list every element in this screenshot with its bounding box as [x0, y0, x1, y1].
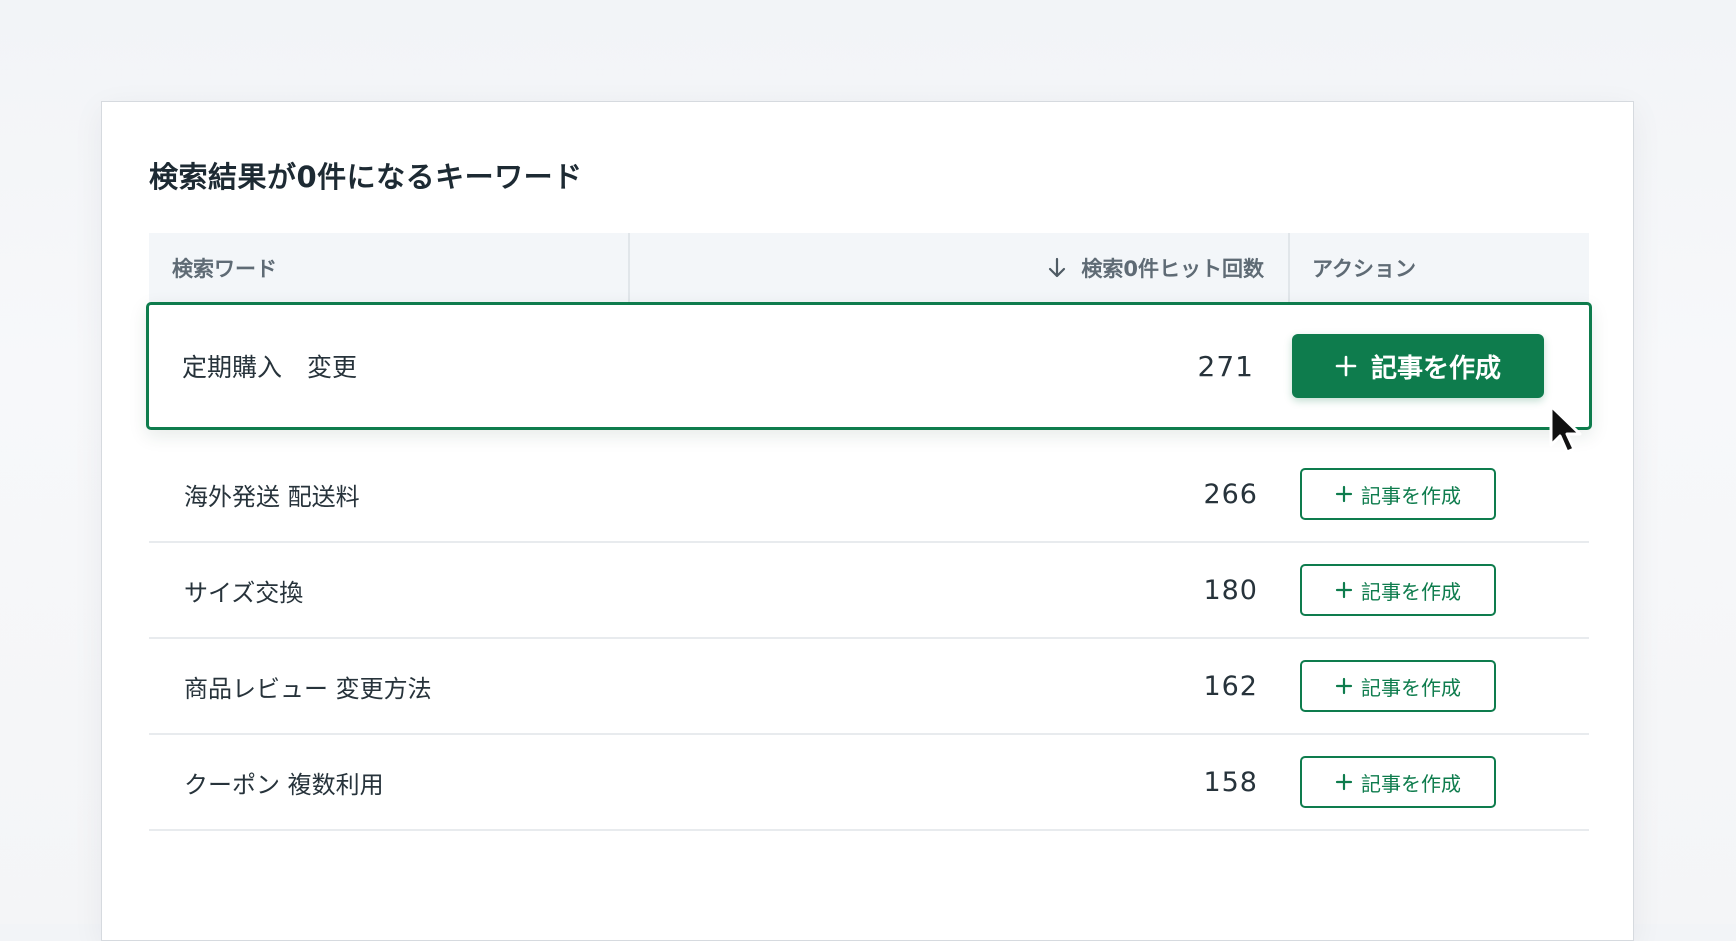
zero-result-keywords-panel: 検索結果が0件になるキーワード 検索ワード 検索0件ヒット回数 アクション 定期…: [101, 101, 1634, 941]
keyword-cell: クーポン 複数利用: [184, 770, 384, 799]
table-body: 海外発送 配送料 266 記事を作成 サイズ交換 180 記事を作成 商品レビュ…: [149, 447, 1589, 831]
table-row: クーポン 複数利用 158 記事を作成: [149, 735, 1589, 831]
table-row-highlighted: 定期購入 変更 271 記事を作成: [146, 302, 1592, 430]
plus-icon: [1335, 485, 1353, 503]
action-cell: 記事を作成: [1290, 468, 1589, 520]
create-article-button-primary[interactable]: 記事を作成: [1292, 334, 1544, 398]
keywords-table: 検索ワード 検索0件ヒット回数 アクション 定期購入 変更 271 記事を作成 …: [146, 233, 1592, 831]
create-article-button-label: 記事を作成: [1361, 579, 1461, 604]
table-header: 検索ワード 検索0件ヒット回数 アクション: [149, 233, 1589, 303]
create-article-button[interactable]: 記事を作成: [1300, 564, 1496, 616]
column-header-keyword[interactable]: 検索ワード: [149, 233, 630, 303]
column-header-action: アクション: [1290, 233, 1589, 303]
create-article-button-label: 記事を作成: [1361, 675, 1461, 700]
create-article-button[interactable]: 記事を作成: [1300, 756, 1496, 808]
action-cell: 記事を作成: [1290, 756, 1589, 808]
keyword-cell: 海外発送 配送料: [184, 482, 360, 511]
create-article-button-label: 記事を作成: [1361, 483, 1461, 508]
count-cell: 271: [1197, 349, 1254, 383]
column-header-count-label: 検索0件ヒット回数: [1081, 257, 1264, 281]
count-cell: 158: [1203, 766, 1258, 798]
plus-icon: [1335, 355, 1357, 377]
action-cell: 記事を作成: [1290, 334, 1589, 398]
keyword-cell: 商品レビュー 変更方法: [184, 674, 432, 703]
plus-icon: [1335, 677, 1353, 695]
table-row: サイズ交換 180 記事を作成: [149, 543, 1589, 639]
table-row: 商品レビュー 変更方法 162 記事を作成: [149, 639, 1589, 735]
create-article-button[interactable]: 記事を作成: [1300, 468, 1496, 520]
column-header-count[interactable]: 検索0件ヒット回数: [630, 233, 1290, 303]
create-article-button-label: 記事を作成: [1370, 353, 1501, 384]
keyword-cell: サイズ交換: [184, 578, 304, 607]
arrow-down-icon: [1049, 257, 1066, 278]
count-cell: 266: [1203, 478, 1258, 510]
panel-title: 検索結果が0件になるキーワード: [149, 160, 583, 194]
keyword-cell: 定期購入 変更: [182, 353, 358, 382]
action-cell: 記事を作成: [1290, 564, 1589, 616]
create-article-button-label: 記事を作成: [1361, 771, 1461, 796]
mouse-pointer-icon: [1549, 404, 1582, 454]
plus-icon: [1335, 581, 1353, 599]
count-cell: 162: [1203, 670, 1258, 702]
count-cell: 180: [1203, 574, 1258, 606]
action-cell: 記事を作成: [1290, 660, 1589, 712]
column-header-keyword-label: 検索ワード: [172, 257, 277, 281]
create-article-button[interactable]: 記事を作成: [1300, 660, 1496, 712]
column-header-action-label: アクション: [1312, 257, 1416, 281]
table-row: 海外発送 配送料 266 記事を作成: [149, 447, 1589, 543]
plus-icon: [1335, 773, 1353, 791]
